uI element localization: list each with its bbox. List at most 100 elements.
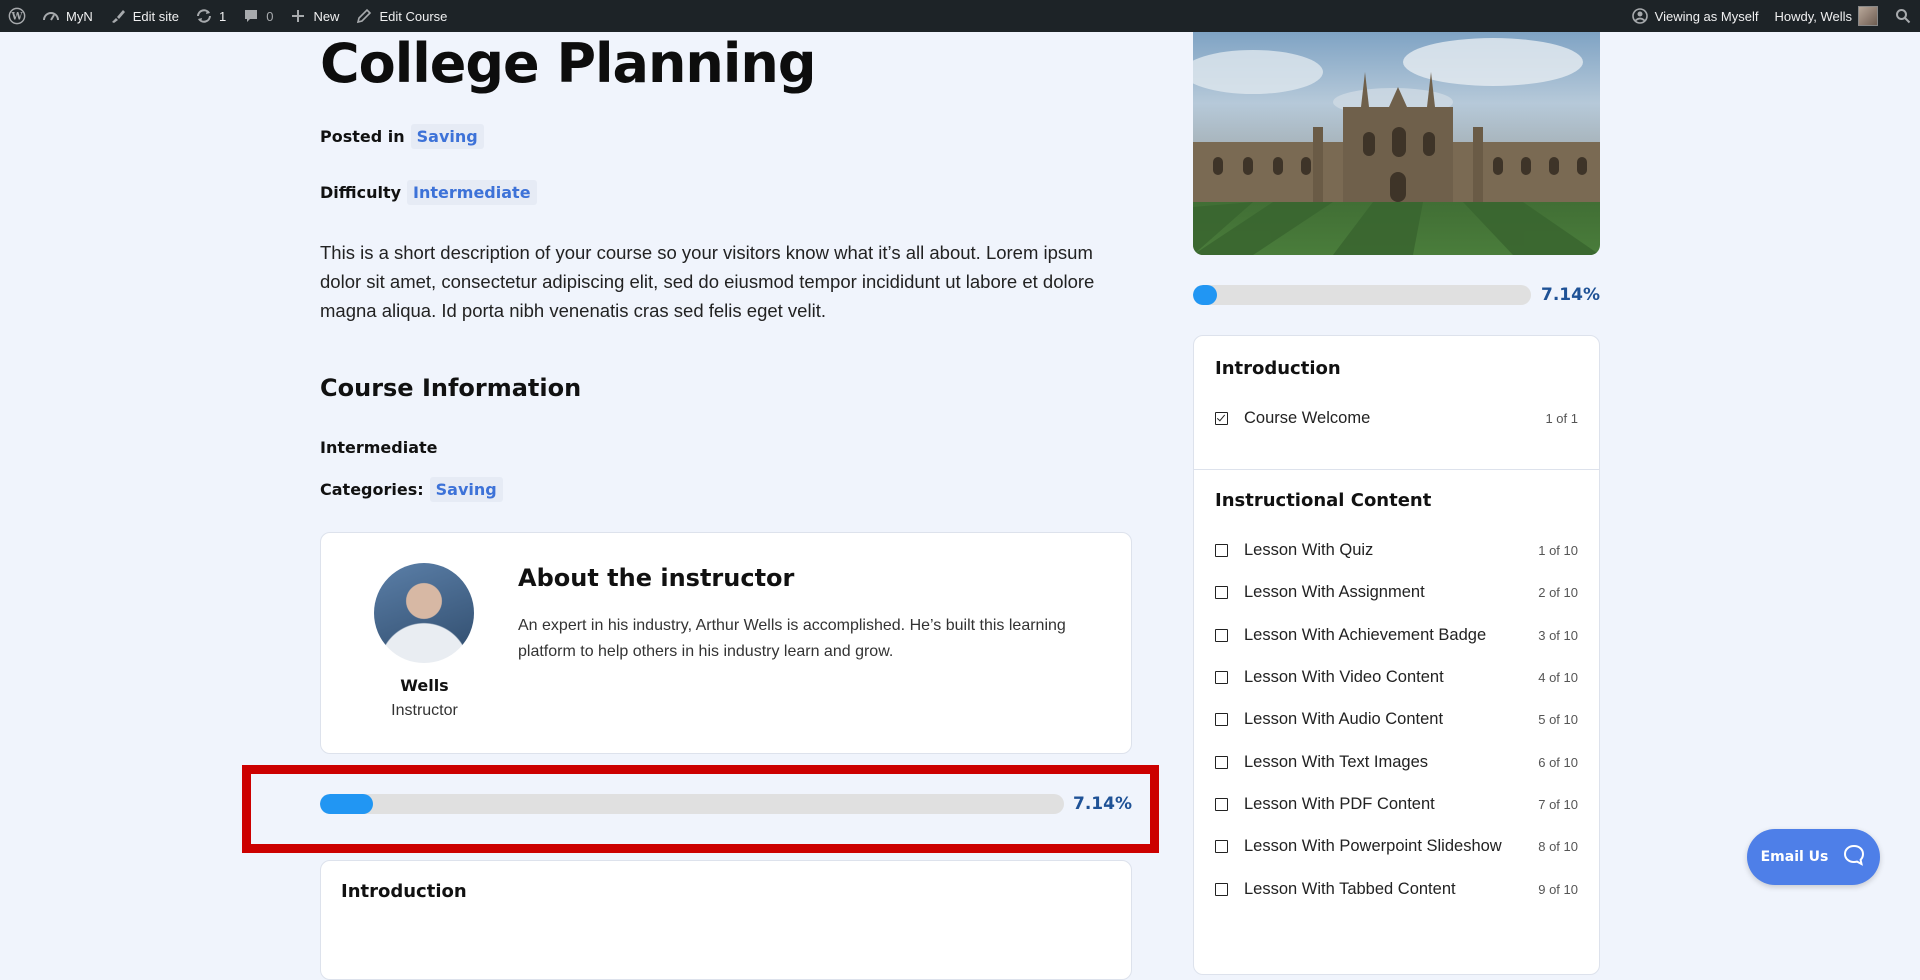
lesson-item[interactable]: Lesson With Assignment 2 of 10 [1215,583,1578,602]
lesson-checkbox [1215,840,1228,853]
posted-in-category-link[interactable]: Saving [410,124,484,149]
lesson-title: Lesson With Tabbed Content [1244,880,1456,898]
view-as-link[interactable]: Viewing as Myself [1623,0,1767,32]
lesson-title: Lesson With PDF Content [1244,795,1435,813]
about-instructor-heading: About the instructor [518,564,795,592]
sidebar-progress-percent: 7.14% [1541,285,1600,305]
lesson-item[interactable]: Lesson With PDF Content 7 of 10 [1215,795,1578,814]
account-menu[interactable]: Howdy, Wells [1766,0,1886,32]
category-tag-link[interactable]: Saving [429,477,503,502]
lesson-title: Lesson With Quiz [1244,541,1374,559]
updates-count: 1 [218,8,227,24]
updates-link[interactable]: 1 [187,0,234,32]
posted-in-row: Posted in Saving [320,124,484,149]
site-name-link[interactable]: MyN [34,0,101,32]
sidebar-progress: 7.14% [1193,285,1600,305]
edit-site-label: Edit site [132,8,179,24]
course-featured-image [1193,32,1600,255]
lesson-checkbox [1215,713,1228,726]
lesson-checkbox [1215,798,1228,811]
admin-bar-right: Viewing as Myself Howdy, Wells [1623,0,1920,32]
lesson-item[interactable]: Lesson With Text Images 6 of 10 [1215,753,1578,772]
outline-section-title-introduction: Introduction [1215,358,1341,379]
edit-course-link[interactable]: Edit Course [347,0,455,32]
main-outline-section-title: Introduction [341,881,467,902]
lesson-count: 3 of 10 [1538,628,1578,643]
highlight-annotation-box [242,765,1159,853]
instructor-bio: An expert in his industry, Arthur Wells … [518,617,1066,660]
lesson-count: 2 of 10 [1538,585,1578,600]
comments-count: 0 [266,8,274,24]
email-us-label: Email Us [1760,849,1829,865]
new-content-link[interactable]: New [281,0,347,32]
lesson-item[interactable]: Lesson With Audio Content 5 of 10 [1215,710,1578,729]
lesson-count: 1 of 10 [1538,543,1578,558]
admin-search-button[interactable] [1886,0,1920,32]
sidebar-progress-fill [1193,285,1218,305]
lesson-item[interactable]: Lesson With Quiz 1 of 10 [1215,541,1578,560]
lesson-item[interactable]: Course Welcome 1 of 1 [1215,409,1578,428]
plus-icon [289,7,307,25]
brush-icon [109,7,127,25]
lesson-checkbox [1215,756,1228,769]
edit-site-link[interactable]: Edit site [101,0,187,32]
instructor-name: Wells [400,676,449,695]
posted-in-label: Posted in [320,127,405,146]
lesson-count: 7 of 10 [1538,797,1578,812]
admin-bar-left: W MyN Edit site 1 0 New Edit Course [0,0,455,32]
lesson-title: Lesson With Video Content [1244,668,1444,686]
lesson-count: 1 of 1 [1545,411,1578,426]
categories-label: Categories: [320,480,424,499]
lesson-item[interactable]: Lesson With Achievement Badge 3 of 10 [1215,626,1578,645]
course-outline: Introduction Course Welcome 1 of 1 Instr… [1193,335,1600,975]
lesson-count: 5 of 10 [1538,712,1578,727]
difficulty-label: Difficulty [320,183,402,202]
site-name-label: MyN [66,8,93,24]
lesson-item[interactable]: Lesson With Video Content 4 of 10 [1215,668,1578,687]
search-icon [1894,7,1912,25]
lesson-title: Lesson With Achievement Badge [1244,626,1487,644]
user-avatar [1858,6,1878,26]
refresh-icon [195,7,213,25]
lesson-item[interactable]: Lesson With Tabbed Content 9 of 10 [1215,880,1578,899]
course-information-heading: Course Information [320,374,582,402]
lesson-item[interactable]: Lesson With Powerpoint Slideshow 8 of 10 [1215,837,1578,856]
user-switch-icon [1631,7,1649,25]
new-label: New [313,8,340,24]
lesson-checkbox [1215,544,1228,557]
howdy-label: Howdy, Wells [1774,8,1852,24]
instructor-role: Instructor [391,702,458,719]
main-outline-card: Introduction [320,860,1132,980]
outline-section-title-instructional: Instructional Content [1215,490,1432,511]
chat-bubble-icon [1842,843,1866,871]
college-building-illustration [1193,38,1600,255]
lesson-checkbox [1215,671,1228,684]
comment-bubble-icon [242,7,260,25]
view-as-label: Viewing as Myself [1654,8,1759,24]
email-us-button[interactable]: Email Us [1747,829,1880,885]
wordpress-logo-button[interactable]: W [0,0,34,32]
comments-link[interactable]: 0 [234,0,281,32]
lesson-title: Course Welcome [1244,409,1371,427]
course-description: This is a short description of your cour… [320,242,1095,321]
page-title: College Planning [320,32,816,95]
difficulty-tag-link[interactable]: Intermediate [407,180,537,205]
wordpress-logo-icon: W [8,7,26,25]
lesson-checkbox [1215,883,1228,896]
difficulty-row: Difficulty Intermediate [320,180,537,205]
outline-divider [1194,469,1599,470]
lesson-title: Lesson With Text Images [1244,753,1429,771]
lesson-count: 4 of 10 [1538,670,1578,685]
admin-bar: W MyN Edit site 1 0 New Edit Course View… [0,0,1920,32]
lesson-count: 6 of 10 [1538,755,1578,770]
lesson-title: Lesson With Powerpoint Slideshow [1244,837,1502,855]
lesson-count: 9 of 10 [1538,882,1578,897]
lesson-title: Lesson With Audio Content [1244,710,1444,728]
instructor-avatar [374,563,474,663]
course-level: Intermediate [320,438,438,457]
sidebar-progress-track [1193,285,1531,305]
svg-text:W: W [10,12,23,23]
dashboard-gauge-icon [42,7,60,25]
edit-course-label: Edit Course [379,8,448,24]
lesson-count: 8 of 10 [1538,839,1578,854]
